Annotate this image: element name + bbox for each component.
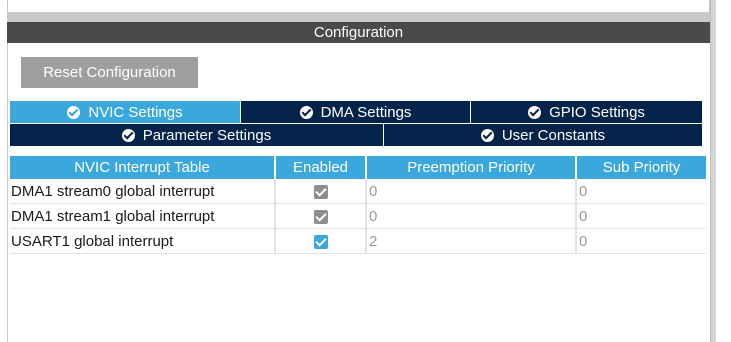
preemption-priority-value[interactable]: 0 bbox=[367, 204, 577, 229]
check-circle-icon bbox=[528, 105, 542, 119]
interrupt-name: DMA1 stream1 global interrupt bbox=[10, 204, 276, 229]
configuration-title: Configuration bbox=[313, 24, 404, 41]
tab-parameter-settings[interactable]: Parameter Settings bbox=[10, 124, 384, 147]
tab-dma-settings[interactable]: DMA Settings bbox=[241, 101, 471, 124]
table-header: NVIC Interrupt Table Enabled Preemption … bbox=[10, 156, 706, 179]
upper-panel bbox=[7, 0, 710, 12]
sub-priority-value[interactable]: 0 bbox=[577, 179, 706, 204]
table-row[interactable]: USART1 global interrupt 2 0 bbox=[10, 229, 706, 254]
tab-label: Parameter Settings bbox=[142, 126, 272, 144]
tab-user-constants[interactable]: User Constants bbox=[384, 124, 703, 147]
check-circle-icon bbox=[480, 128, 494, 142]
configuration-header: Configuration bbox=[7, 22, 710, 43]
tab-label: DMA Settings bbox=[320, 103, 412, 121]
table-row[interactable]: DMA1 stream1 global interrupt 0 0 bbox=[10, 204, 706, 229]
reset-configuration-button[interactable]: Reset Configuration bbox=[21, 57, 198, 88]
checkbox-icon[interactable] bbox=[313, 209, 328, 224]
panel-splitter[interactable] bbox=[7, 12, 710, 22]
preemption-priority-value[interactable]: 0 bbox=[367, 179, 577, 204]
column-header-preemption-priority[interactable]: Preemption Priority bbox=[367, 156, 577, 179]
tab-label: NVIC Settings bbox=[88, 103, 183, 121]
column-header-sub-priority[interactable]: Sub Priority bbox=[577, 156, 706, 179]
table-row[interactable]: DMA1 stream0 global interrupt 0 0 bbox=[10, 179, 706, 204]
enabled-cell bbox=[276, 179, 367, 204]
check-circle-icon bbox=[121, 128, 135, 142]
scrollbar-track bbox=[716, 0, 721, 342]
panel-border bbox=[7, 22, 8, 342]
column-header-nvic-interrupt-table[interactable]: NVIC Interrupt Table bbox=[10, 156, 276, 179]
tab-gpio-settings[interactable]: GPIO Settings bbox=[471, 101, 703, 124]
app-window: Configuration Reset Configuration NVIC S… bbox=[0, 0, 731, 342]
enabled-cell bbox=[276, 204, 367, 229]
interrupt-name: DMA1 stream0 global interrupt bbox=[10, 179, 276, 204]
column-header-enabled[interactable]: Enabled bbox=[276, 156, 367, 179]
sub-priority-value[interactable]: 0 bbox=[577, 229, 706, 254]
tab-nvic-settings[interactable]: NVIC Settings bbox=[10, 101, 241, 124]
sub-priority-value[interactable]: 0 bbox=[577, 204, 706, 229]
tab-label: GPIO Settings bbox=[549, 103, 645, 121]
interrupt-name: USART1 global interrupt bbox=[10, 229, 276, 254]
tab-label: User Constants bbox=[501, 126, 606, 144]
preemption-priority-value[interactable]: 2 bbox=[367, 229, 577, 254]
checkbox-icon[interactable] bbox=[313, 184, 328, 199]
check-circle-icon bbox=[299, 105, 313, 119]
checkbox-icon[interactable] bbox=[313, 234, 328, 249]
enabled-cell bbox=[276, 229, 367, 254]
check-circle-icon bbox=[67, 105, 81, 119]
